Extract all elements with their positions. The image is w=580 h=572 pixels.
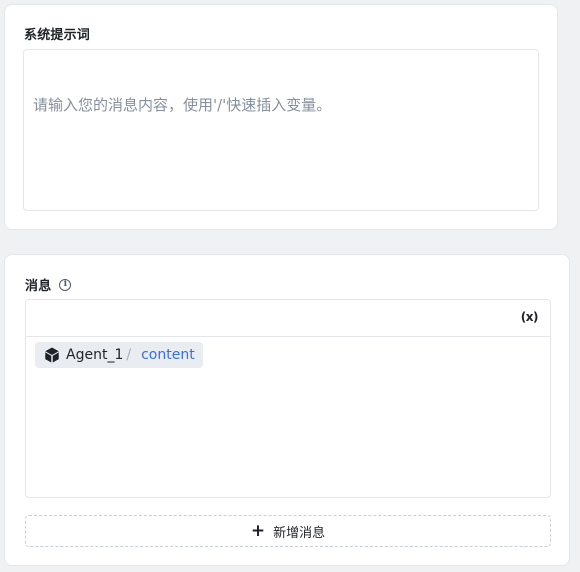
message-card: 消息 i (x) Agent_1 / content + 新增消息 (4, 254, 570, 566)
add-message-button[interactable]: + 新增消息 (25, 515, 551, 547)
insert-variable-icon[interactable]: (x) (521, 310, 539, 324)
chip-separator: / (126, 347, 132, 363)
info-circle-icon[interactable]: i (59, 278, 72, 291)
plus-icon: + (250, 520, 266, 541)
chip-agent-name: Agent_1 (66, 347, 124, 363)
system-prompt-card: 系统提示词 请输入您的消息内容，使用'/'快速插入变量。 (4, 4, 558, 230)
system-prompt-input[interactable]: 请输入您的消息内容，使用'/'快速插入变量。 (23, 49, 539, 211)
cube-icon (45, 347, 59, 363)
variable-chip[interactable]: Agent_1 / content (35, 342, 203, 368)
system-prompt-placeholder: 请输入您的消息内容，使用'/'快速插入变量。 (33, 96, 332, 114)
add-message-label: 新增消息 (273, 525, 326, 541)
message-toolbar: (x) (26, 300, 550, 337)
message-title: 消息 (25, 278, 52, 293)
chip-variable-name: content (141, 347, 195, 363)
system-prompt-title: 系统提示词 (24, 27, 91, 42)
message-title-row: 消息 i (25, 275, 72, 294)
message-editor[interactable]: (x) Agent_1 / content (25, 299, 551, 498)
